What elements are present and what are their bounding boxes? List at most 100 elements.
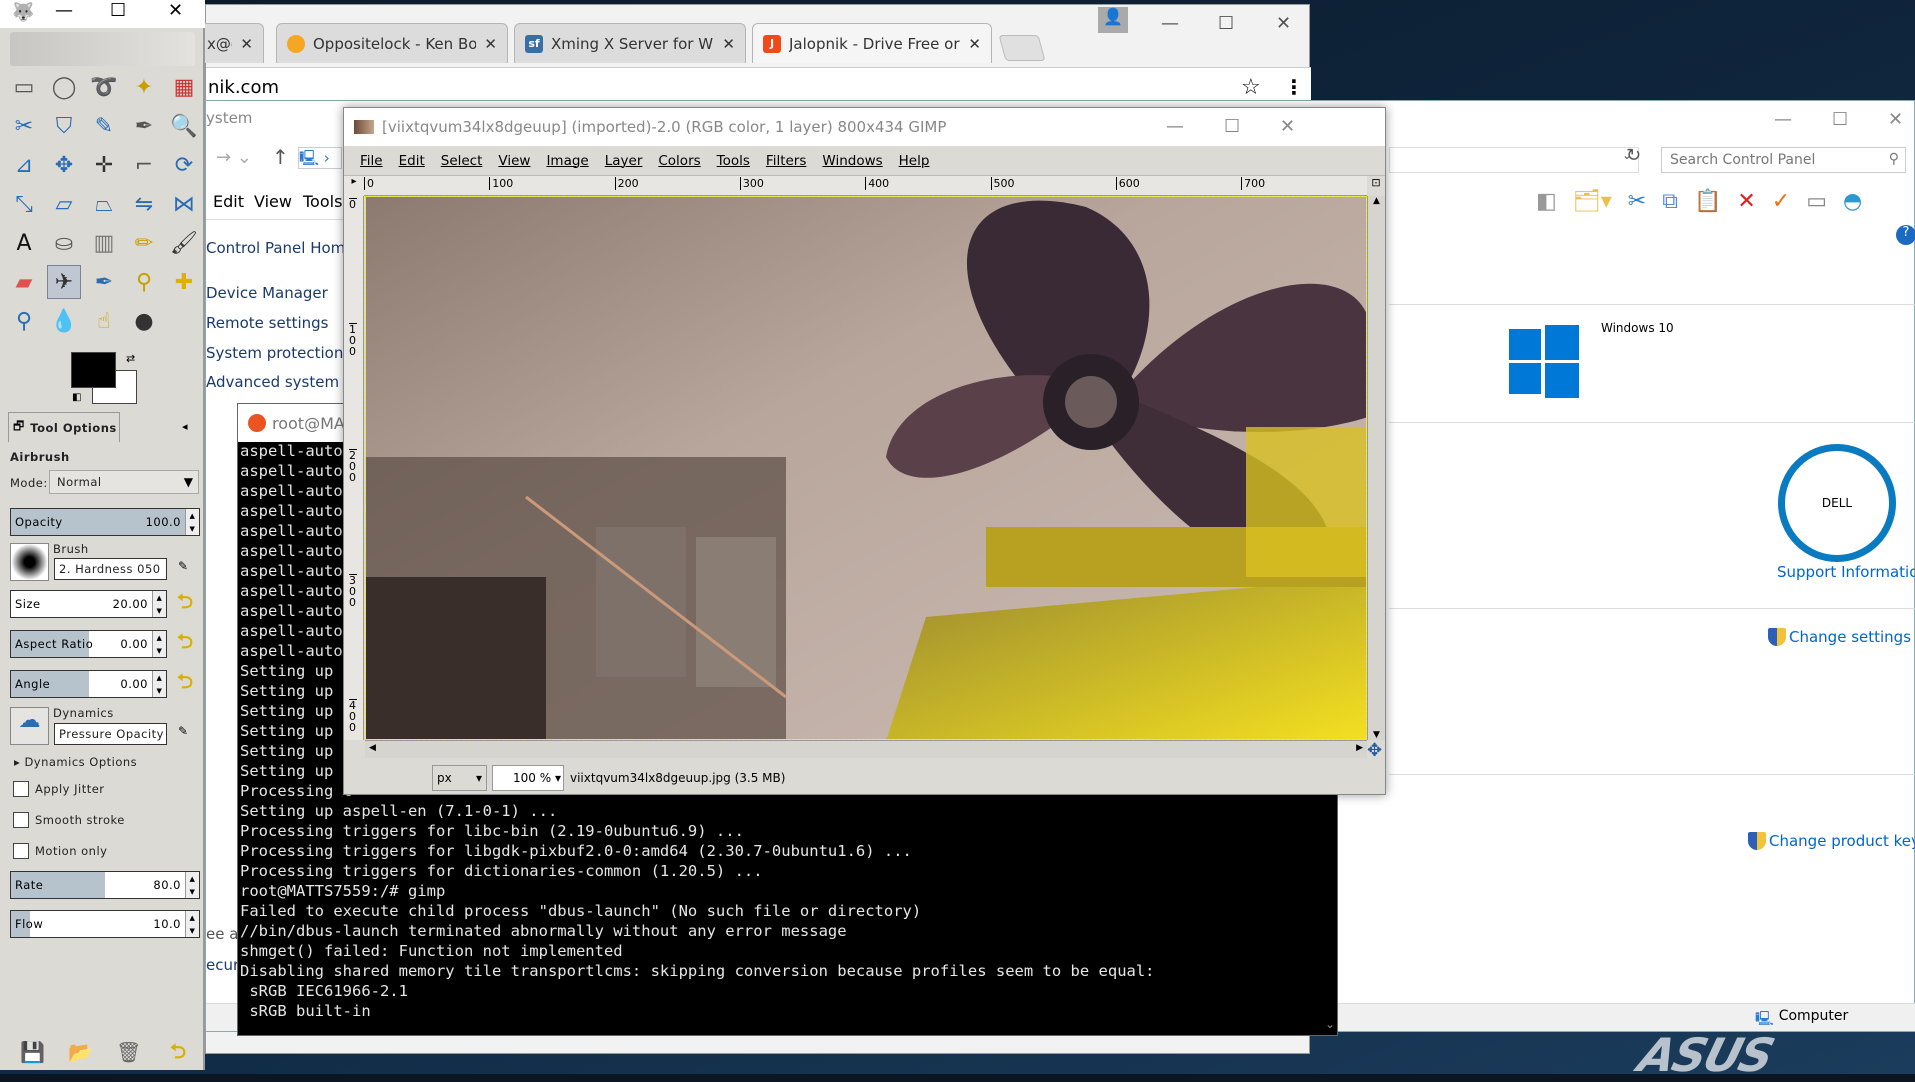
crop-tool-icon[interactable]: ⌐ (127, 148, 161, 182)
change-settings-link[interactable]: Change settings (1768, 628, 1911, 646)
reset-aspect-icon[interactable]: ⮌ (173, 629, 197, 656)
blur-tool-icon[interactable]: 💧 (47, 304, 81, 338)
angle-slider[interactable]: Angle 0.00 ▲ ▼ (10, 670, 167, 698)
change-product-key-link[interactable]: Change product key (1748, 832, 1915, 850)
scissors-tool-icon[interactable]: ✂ (7, 109, 41, 143)
fuzzy-select-tool-icon[interactable]: ✦ (127, 70, 161, 104)
gimp-menu-tools[interactable]: Tools (709, 153, 758, 169)
move-tool-icon[interactable]: ✥ (47, 148, 81, 182)
dodge-burn-tool-icon[interactable]: ● (127, 304, 161, 338)
sidebar-device-manager[interactable]: Device Manager (206, 284, 328, 302)
ink-tool-icon[interactable]: ✒ (87, 265, 121, 299)
ellipse-select-tool-icon[interactable]: ◯ (47, 70, 81, 104)
check-icon[interactable]: ✓ (1772, 189, 1790, 214)
horizontal-scrollbar[interactable]: ◀ ▶ (365, 740, 1367, 758)
spin-arrows[interactable]: ▲ ▼ (152, 591, 166, 617)
dynamics-options-expander[interactable]: ▸ Dynamics Options (14, 755, 137, 769)
rotate-tool-icon[interactable]: ⟳ (167, 148, 201, 182)
gimp-menu-select[interactable]: Select (433, 153, 491, 169)
apply-jitter-checkbox[interactable] (13, 781, 29, 797)
toolbox-maximize-button[interactable]: ☐ (110, 0, 126, 21)
toolbox-close-button[interactable]: ✕ (168, 0, 183, 21)
gimp-menu-colors[interactable]: Colors (650, 153, 708, 169)
toolbox-minimize-button[interactable]: — (55, 0, 73, 21)
mode-select[interactable]: Normal ▼ (49, 470, 199, 494)
gimp-menu-layer[interactable]: Layer (597, 153, 651, 169)
bucket-fill-tool-icon[interactable]: ⛀ (47, 226, 81, 260)
gimp-menu-filters[interactable]: Filters (758, 153, 814, 169)
search-control-panel-input[interactable]: Search Control Panel ⚲ (1661, 147, 1906, 173)
cp-minimize-button[interactable]: — (1774, 109, 1792, 130)
cut-icon[interactable]: ✂ (1628, 189, 1646, 214)
tab-close-icon[interactable]: ✕ (484, 35, 497, 53)
computer-breadcrumb-icon[interactable]: 🖳 › (298, 147, 342, 169)
cp-close-button[interactable]: ✕ (1888, 109, 1903, 130)
brush-name-field[interactable]: 2. Hardness 050 (54, 558, 167, 580)
reset-size-icon[interactable]: ⮌ (173, 589, 197, 616)
menu-edit[interactable]: Edit (213, 192, 244, 211)
close-button[interactable]: ✕ (1276, 13, 1291, 34)
browser-tab[interactable]: sfXming X Server for Wind✕ (514, 23, 746, 63)
rate-slider[interactable]: Rate 80.0 ▲ ▼ (10, 871, 200, 899)
reset-angle-icon[interactable]: ⮌ (173, 669, 197, 696)
flip-tool-icon[interactable]: ⇋ (127, 187, 161, 221)
foreground-select-tool-icon[interactable]: ⛉ (47, 109, 81, 143)
opacity-slider[interactable]: Opacity 100.0 ▲ ▼ (10, 508, 200, 536)
swap-colors-icon[interactable]: ⇄ (126, 352, 135, 365)
flow-slider[interactable]: Flow 10.0 ▲ ▼ (10, 910, 200, 938)
scroll-down-arrow[interactable]: ⌄ (1325, 1017, 1335, 1031)
aspect-ratio-slider[interactable]: Aspect Ratio 0.00 ▲ ▼ (10, 630, 167, 658)
rename-icon[interactable]: ▭ (1806, 189, 1827, 214)
smooth-stroke-checkbox[interactable] (13, 812, 29, 828)
tool-options-tab[interactable]: 🗗 Tool Options (8, 412, 120, 442)
minimize-button[interactable]: — (1161, 13, 1179, 34)
gimp-menu-help[interactable]: Help (891, 153, 938, 169)
cp-maximize-button[interactable]: ☐ (1832, 109, 1848, 130)
image-canvas[interactable] (365, 196, 1367, 740)
delete-icon[interactable]: ✕ (1737, 189, 1755, 214)
perspective-tool-icon[interactable]: ⏢ (87, 187, 121, 221)
paste-icon[interactable]: 📋 (1694, 189, 1721, 214)
preview-pane-icon[interactable]: ◧ (1536, 189, 1557, 214)
size-slider[interactable]: Size 20.00 ▲ ▼ (10, 590, 167, 618)
spin-arrows[interactable]: ▲ ▼ (185, 509, 199, 535)
address-dropdown[interactable]: ⌄ (1389, 147, 1639, 173)
navigate-icon[interactable]: ✥ (1367, 740, 1382, 761)
gimp-menu-image[interactable]: Image (538, 153, 596, 169)
heal-tool-icon[interactable]: ✚ (167, 265, 201, 299)
tab-close-icon[interactable]: ✕ (968, 35, 981, 53)
tab-menu-icon[interactable]: ◂ (182, 420, 188, 433)
help-icon[interactable]: ? (1896, 225, 1915, 245)
cage-tool-icon[interactable]: ⋈ (167, 187, 201, 221)
sidebar-system-protection[interactable]: System protection (206, 344, 343, 362)
rect-select-tool-icon[interactable]: ▭ (7, 70, 41, 104)
gimp-menu-windows[interactable]: Windows (814, 153, 890, 169)
spin-arrows[interactable]: ▲ ▼ (152, 631, 166, 657)
spin-arrows[interactable]: ▲ ▼ (152, 671, 166, 697)
new-tab-button[interactable] (998, 35, 1046, 61)
restore-options-icon[interactable]: 📂 (68, 1040, 93, 1064)
tab-close-icon[interactable]: ✕ (240, 35, 253, 53)
menu-tools[interactable]: Tools (303, 192, 342, 211)
blend-tool-icon[interactable]: ▥ (87, 226, 121, 260)
profile-icon[interactable]: 👤 (1098, 7, 1128, 33)
zoom-fit-icon[interactable]: ⊡ (1367, 176, 1385, 196)
bookmark-star-icon[interactable]: ☆ (1241, 75, 1261, 100)
maximize-button[interactable]: ☐ (1218, 13, 1234, 34)
default-colors-icon[interactable]: ◧ (72, 392, 81, 403)
browser-tab[interactable]: x@g✕ (196, 23, 264, 63)
edit-dynamics-icon[interactable]: ✎ (178, 724, 188, 738)
by-color-select-tool-icon[interactable]: ▦ (167, 70, 201, 104)
smudge-tool-icon[interactable]: ☝ (87, 304, 121, 338)
gimp-menu-file[interactable]: File (352, 153, 391, 169)
scale-tool-icon[interactable]: ⤡ (7, 187, 41, 221)
spin-arrows[interactable]: ▲ ▼ (185, 872, 199, 898)
dynamics-preview-icon[interactable]: ☁ (10, 707, 49, 745)
paintbrush-tool-icon[interactable]: 🖌 (167, 226, 201, 260)
zoom-combo[interactable]: 100 % ▾ (492, 765, 564, 791)
eraser-tool-icon[interactable]: ▰ (7, 265, 41, 299)
edit-brush-icon[interactable]: ✎ (178, 559, 188, 573)
properties-icon[interactable]: 🗂▾ (1573, 189, 1612, 214)
sidebar-control-panel-home[interactable]: Control Panel Home (206, 239, 355, 257)
color-picker-tool-icon[interactable]: ✒ (127, 109, 161, 143)
